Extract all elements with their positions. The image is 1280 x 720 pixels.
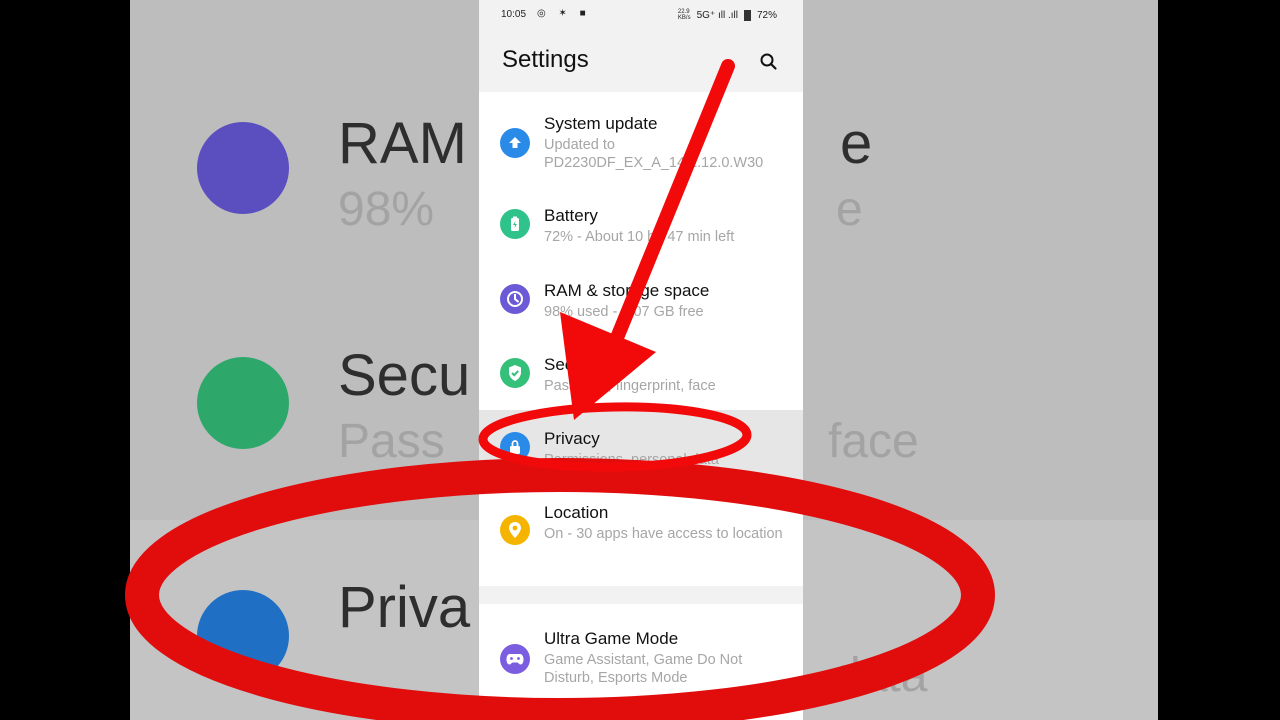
bg-shield-icon: [197, 357, 289, 449]
setting-item-privacy[interactable]: Privacy Permissions, personal data: [479, 410, 803, 484]
notification-icons: ◎ ✶ ■: [537, 8, 591, 19]
setting-title: Security: [544, 355, 606, 374]
setting-subtitle: 98% used - 2.07 GB free: [544, 304, 704, 320]
network-speed: 22.9 KB/s: [677, 9, 691, 21]
phone-screen: 10:05 ◎ ✶ ■ 22.9 KB/s 5G⁺ ıll .ıll 72% S…: [479, 0, 803, 720]
setting-item-system-update[interactable]: System update Updated to PD2230DF_EX_A_1…: [479, 92, 803, 184]
battery-icon: [500, 209, 530, 239]
shield-check-icon: [500, 358, 530, 388]
bg-row3-sub-tail: data: [834, 649, 928, 702]
setting-title: RAM & storage space: [544, 281, 710, 300]
battery-percent: 72%: [756, 9, 777, 21]
setting-title: Location: [544, 503, 609, 522]
setting-title: System update: [544, 114, 658, 133]
setting-subtitle: 72% - About 10 hr, 47 min left: [544, 229, 735, 245]
lock-icon: [500, 432, 530, 462]
location-pin-icon: [500, 515, 530, 545]
left-black-bar: [0, 0, 130, 720]
bg-row2-sub-tail: face: [828, 415, 919, 468]
setting-subtitle: On - 30 apps have access to location: [544, 526, 783, 542]
bg-row1-sub-tail: e: [836, 183, 863, 236]
setting-item-security[interactable]: Security Password, fingerprint, face: [479, 336, 803, 410]
bg-lock-icon: [197, 590, 289, 682]
setting-subtitle: Permissions, personal data: [544, 452, 719, 468]
gesture-navigation-bar[interactable]: [592, 706, 690, 709]
status-bar: 10:05 ◎ ✶ ■ 22.9 KB/s 5G⁺ ıll .ıll 72%: [479, 0, 803, 30]
setting-subtitle: Password, fingerprint, face: [544, 378, 716, 394]
gamepad-icon: [500, 644, 530, 674]
signal-indicator: 5G⁺ ıll .ıll: [696, 9, 738, 21]
page-title: Settings: [502, 46, 589, 73]
bg-row1-title: RAM: [338, 111, 467, 176]
setting-item-location[interactable]: Location On - 30 apps have access to loc…: [479, 484, 803, 586]
bg-row2-title: Secu: [338, 343, 471, 408]
setting-subtitle: Updated to PD2230DF_EX_A_14.1.12.0.W30: [544, 137, 764, 171]
setting-subtitle: Game Assistant, Game Do Not Disturb, Esp…: [544, 652, 743, 686]
setting-title: Battery: [544, 206, 598, 225]
upload-arrow-icon: [500, 128, 530, 158]
settings-header: Settings: [479, 30, 803, 92]
status-time: 10:05: [501, 9, 527, 20]
battery-icon: [743, 9, 751, 21]
setting-item-ultra-game-mode[interactable]: Ultra Game Mode Game Assistant, Game Do …: [479, 614, 803, 710]
setting-title: Privacy: [544, 429, 600, 448]
setting-item-ram-storage[interactable]: RAM & storage space 98% used - 2.07 GB f…: [479, 264, 803, 336]
setting-item-battery[interactable]: Battery 72% - About 10 hr, 47 min left: [479, 184, 803, 264]
bg-row1-sub: 98%: [338, 183, 435, 236]
setting-title: Ultra Game Mode: [544, 629, 679, 648]
bg-row2-sub: Pass: [338, 415, 445, 468]
bg-row1-title-tail: e: [840, 111, 873, 176]
bg-row3-title: Priva: [338, 575, 471, 640]
search-icon[interactable]: [759, 52, 779, 72]
right-black-bar: [1158, 0, 1280, 720]
bg-pie-clock-icon: [197, 122, 289, 214]
pie-clock-icon: [500, 284, 530, 314]
